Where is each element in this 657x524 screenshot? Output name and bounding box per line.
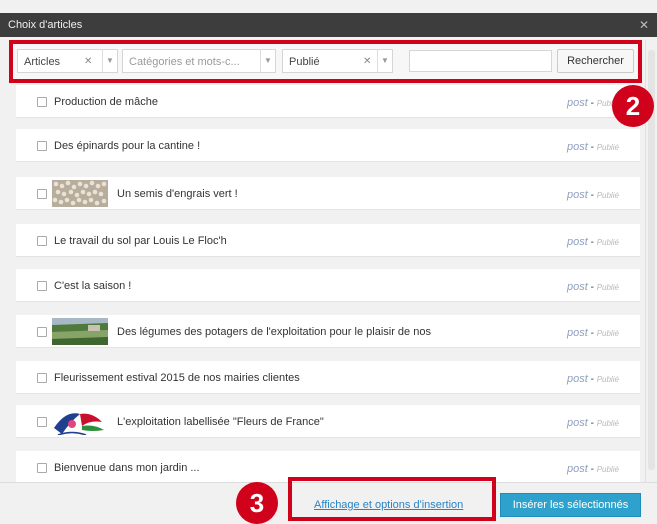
row-checkbox[interactable] bbox=[37, 141, 47, 151]
list-item[interactable]: Fleurissement estival 2015 de nos mairie… bbox=[16, 361, 640, 394]
post-type-label: post bbox=[567, 417, 588, 429]
post-type-label: post bbox=[567, 141, 588, 153]
list-item[interactable]: Bienvenue dans mon jardin ... post - Pub… bbox=[16, 451, 640, 482]
clear-icon[interactable]: ✕ bbox=[363, 56, 371, 67]
taxonomy-select[interactable]: Catégories et mots-c... ▼ bbox=[122, 49, 276, 73]
row-checkbox[interactable] bbox=[37, 373, 47, 383]
post-type-select[interactable]: Articles ✕ ▼ bbox=[17, 49, 118, 73]
post-type-label: post bbox=[567, 463, 588, 475]
row-checkbox[interactable] bbox=[37, 189, 47, 199]
list-item[interactable]: Des légumes des potagers de l'exploitati… bbox=[16, 315, 640, 348]
post-type-label: post bbox=[567, 189, 588, 201]
post-title: C'est la saison ! bbox=[54, 280, 132, 292]
post-status-label: Publié bbox=[596, 283, 619, 292]
clear-icon[interactable]: ✕ bbox=[84, 56, 92, 67]
vegetable-garden-thumbnail bbox=[52, 318, 108, 345]
row-checkbox[interactable] bbox=[37, 463, 47, 473]
post-meta: post - Publié bbox=[567, 281, 619, 293]
annotation-badge-3: 3 bbox=[236, 482, 278, 524]
post-meta: post - Publié bbox=[567, 373, 619, 385]
post-title: Production de mâche bbox=[54, 96, 158, 108]
post-type-label: post bbox=[567, 97, 588, 109]
chevron-down-icon[interactable]: ▼ bbox=[102, 50, 117, 72]
post-type-label: post bbox=[567, 236, 588, 248]
post-meta: post - Publié bbox=[567, 141, 619, 153]
post-meta: post - Publié bbox=[567, 463, 619, 475]
row-checkbox[interactable] bbox=[37, 236, 47, 246]
chevron-down-icon[interactable]: ▼ bbox=[377, 50, 392, 72]
post-status-label: Publié bbox=[596, 419, 619, 428]
post-title: Un semis d'engrais vert ! bbox=[117, 188, 238, 200]
list-item[interactable]: Un semis d'engrais vert ! post - Publié bbox=[16, 177, 640, 210]
list-item[interactable]: Production de mâche post - Publié bbox=[16, 85, 640, 118]
post-title: L'exploitation labellisée "Fleurs de Fra… bbox=[117, 416, 324, 428]
list-item[interactable]: C'est la saison ! post - Publié bbox=[16, 269, 640, 302]
post-meta: post - Publié bbox=[567, 327, 619, 339]
taxonomy-placeholder: Catégories et mots-c... bbox=[129, 56, 240, 68]
post-status-label: Publié bbox=[596, 238, 619, 247]
post-title: Fleurissement estival 2015 de nos mairie… bbox=[54, 372, 300, 384]
post-type-value: Articles bbox=[24, 56, 61, 68]
post-status-label: Publié bbox=[596, 465, 619, 474]
post-type-label: post bbox=[567, 281, 588, 293]
search-input[interactable] bbox=[409, 50, 552, 72]
post-meta: post - Publié bbox=[567, 236, 619, 248]
post-status-label: Publié bbox=[596, 143, 619, 152]
post-list: Production de mâche post - Publié Des ép… bbox=[16, 85, 640, 482]
insert-selected-button[interactable]: Insérer les sélectionnés bbox=[500, 493, 641, 517]
row-checkbox[interactable] bbox=[37, 327, 47, 337]
dialog-titlebar: Choix d'articles ✕ bbox=[0, 13, 657, 37]
post-status-label: Publié bbox=[596, 191, 619, 200]
fleurs-de-france-logo-thumbnail bbox=[52, 408, 108, 435]
post-title: Le travail du sol par Louis Le Floc'h bbox=[54, 235, 227, 247]
post-title: Des légumes des potagers de l'exploitati… bbox=[117, 326, 431, 338]
post-type-label: post bbox=[567, 327, 588, 339]
seeds-thumbnail bbox=[52, 180, 108, 207]
status-value: Publié bbox=[289, 56, 320, 68]
article-chooser-dialog: Choix d'articles ✕ Articles ✕ ▼ Catégori… bbox=[0, 0, 657, 524]
list-item[interactable]: L'exploitation labellisée "Fleurs de Fra… bbox=[16, 405, 640, 438]
search-button[interactable]: Rechercher bbox=[557, 49, 634, 73]
post-type-label: post bbox=[567, 373, 588, 385]
post-status-label: Publié bbox=[596, 375, 619, 384]
post-status-label: Publié bbox=[596, 329, 619, 338]
annotation-badge-2: 2 bbox=[612, 85, 654, 127]
post-meta: post - Publié bbox=[567, 189, 619, 201]
status-select[interactable]: Publié ✕ ▼ bbox=[282, 49, 393, 73]
post-meta: post - Publié bbox=[567, 417, 619, 429]
list-item[interactable]: Des épinards pour la cantine ! post - Pu… bbox=[16, 129, 640, 162]
row-checkbox[interactable] bbox=[37, 281, 47, 291]
post-title: Bienvenue dans mon jardin ... bbox=[54, 462, 200, 474]
dialog-title: Choix d'articles bbox=[8, 19, 83, 31]
row-checkbox[interactable] bbox=[37, 97, 47, 107]
close-icon[interactable]: ✕ bbox=[637, 18, 651, 32]
chevron-down-icon[interactable]: ▼ bbox=[260, 50, 275, 72]
post-title: Des épinards pour la cantine ! bbox=[54, 140, 201, 152]
display-options-link[interactable]: Affichage et options d'insertion bbox=[314, 499, 463, 511]
row-checkbox[interactable] bbox=[37, 417, 47, 427]
list-item[interactable]: Le travail du sol par Louis Le Floc'h po… bbox=[16, 224, 640, 257]
